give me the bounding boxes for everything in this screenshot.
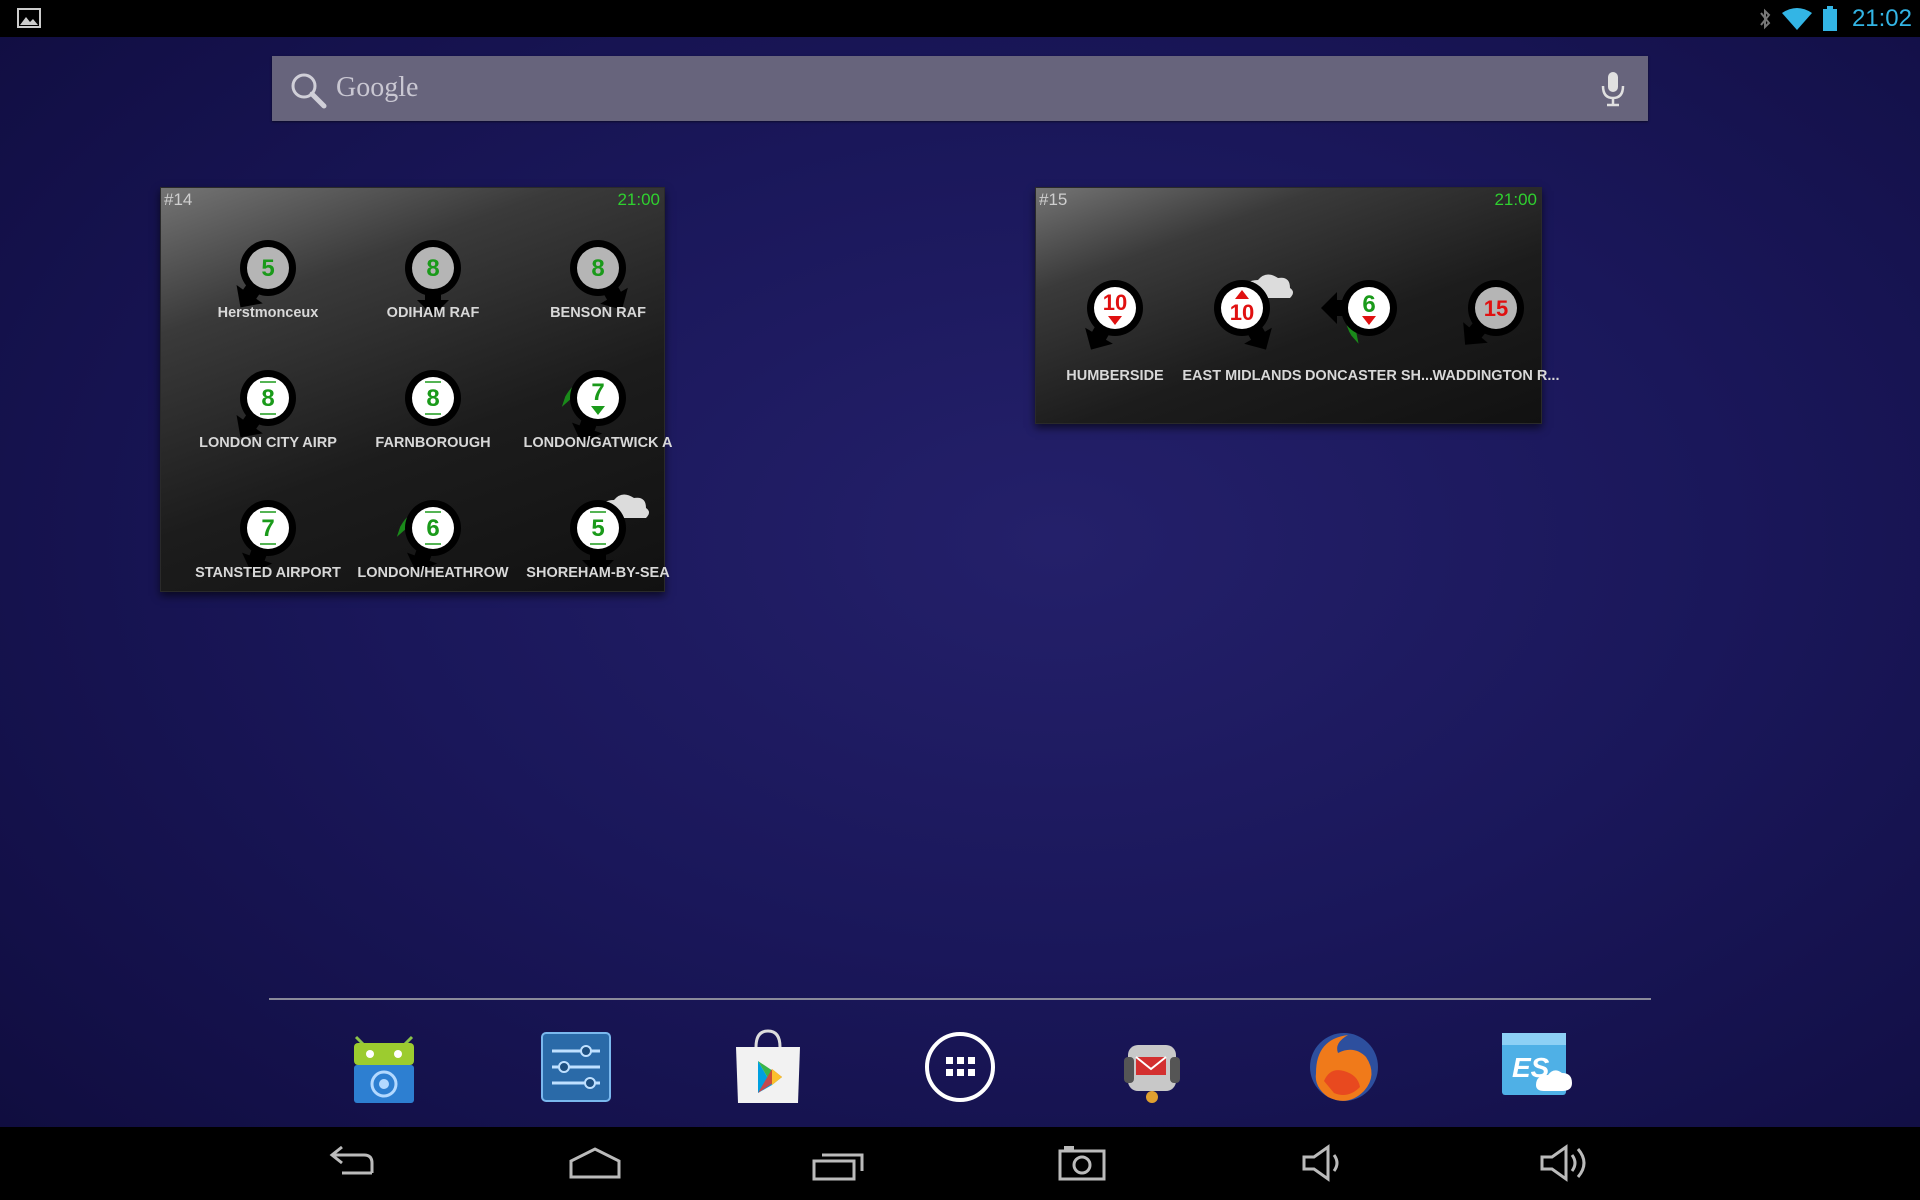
station-item[interactable]: 8 FARNBOROUGH <box>353 358 513 458</box>
es-file-explorer-app-icon[interactable]: ES <box>1496 1027 1576 1107</box>
weather-widget-14[interactable]: #14 21:00 5 Herstmonceux 8 ODIHAM RAF 8 BENSO… <box>160 187 673 592</box>
wind-indicator-icon: 6 <box>1321 280 1397 344</box>
station-name: ODIHAM RAF <box>386 305 480 321</box>
station-name: LONDON/HEATHROW <box>357 565 509 581</box>
search-placeholder: Google <box>336 72 419 103</box>
station-item[interactable]: 8 ODIHAM RAF <box>353 228 513 328</box>
station-name: EAST MIDLANDS <box>1182 368 1302 384</box>
station-name: LONDON CITY AIRP <box>199 435 337 451</box>
screenshot-icon[interactable] <box>1052 1143 1112 1183</box>
wind-indicator-icon: 10 <box>1214 274 1293 350</box>
wind-speed-value: 7 <box>591 379 604 406</box>
status-bar: 21:02 <box>0 0 1920 37</box>
k9-mail-app-icon[interactable] <box>1112 1027 1192 1107</box>
station-item[interactable]: 6 LONDON/HEATHROW <box>353 488 513 588</box>
station-item[interactable]: 7 LONDON/GATWICK A <box>518 358 678 458</box>
search-icon <box>291 73 327 109</box>
mic-icon[interactable] <box>1598 70 1628 108</box>
station-name: HUMBERSIDE <box>1066 368 1164 384</box>
station-name: WADDINGTON R... <box>1432 368 1560 384</box>
station-item[interactable]: 7 STANSTED AIRPORT <box>188 488 348 588</box>
station-item[interactable]: 15 WADDINGTON R... <box>1416 268 1576 384</box>
wind-speed-value: 5 <box>261 255 274 282</box>
dock: ES <box>0 1020 1920 1116</box>
back-icon[interactable] <box>322 1143 382 1183</box>
station-name: BENSON RAF <box>550 305 646 321</box>
station-name: STANSTED AIRPORT <box>195 565 341 581</box>
svg-text:ES: ES <box>1512 1052 1550 1083</box>
wind-speed-value: 10 <box>1103 290 1127 315</box>
recents-icon[interactable] <box>808 1143 868 1183</box>
bluetooth-icon <box>1760 8 1771 29</box>
status-clock: 21:02 <box>1851 4 1912 32</box>
weather-widget-15[interactable]: #15 21:00 10 HUMBERSIDE 10 EAST MIDLANDS 6 DO… <box>1035 187 1560 424</box>
wifi-icon <box>1781 7 1812 30</box>
navigation-bar <box>0 1127 1920 1200</box>
wind-indicator-icon: 10 <box>1085 280 1143 350</box>
station-name: Herstmonceux <box>217 305 319 321</box>
gallery-notification-icon[interactable] <box>17 8 41 28</box>
firefox-app-icon[interactable] <box>1304 1027 1384 1107</box>
wind-speed-value: 6 <box>1362 291 1375 318</box>
station-item[interactable]: 5 Herstmonceux <box>188 228 348 328</box>
wind-speed-value: 7 <box>261 515 274 542</box>
wind-speed-value: 15 <box>1484 296 1508 321</box>
volume-down-icon[interactable] <box>1294 1143 1354 1183</box>
widget-id: #15 <box>1039 190 1068 209</box>
google-search-bar[interactable]: Google <box>272 56 1648 121</box>
home-icon[interactable] <box>565 1143 625 1183</box>
dock-divider <box>269 998 1651 1000</box>
widget-id: #14 <box>164 190 193 209</box>
station-item[interactable]: 8 LONDON CITY AIRP <box>188 358 348 458</box>
settings-app-icon[interactable] <box>536 1027 616 1107</box>
battery-icon <box>1822 5 1837 31</box>
wind-indicator-icon: 15 <box>1463 280 1524 345</box>
wind-speed-value: 8 <box>426 255 439 282</box>
play-store-app-icon[interactable] <box>728 1027 808 1107</box>
status-icons: 21:02 <box>1758 0 1912 37</box>
wind-speed-value: 8 <box>261 385 274 412</box>
f-droid-app-icon[interactable] <box>344 1027 424 1107</box>
station-name: SHOREHAM-BY-SEA <box>526 565 670 581</box>
wind-speed-value: 8 <box>426 385 439 412</box>
widget-time: 21:00 <box>1494 190 1537 209</box>
station-name: LONDON/GATWICK A <box>523 435 673 451</box>
station-name: FARNBOROUGH <box>375 435 491 451</box>
wind-speed-value: 8 <box>591 255 604 282</box>
station-item[interactable]: 5 SHOREHAM-BY-SEA <box>518 488 678 588</box>
app-drawer-icon[interactable] <box>920 1027 1000 1107</box>
wind-speed-value: 6 <box>426 515 439 542</box>
widget-time: 21:00 <box>617 190 660 209</box>
volume-up-icon[interactable] <box>1536 1143 1596 1183</box>
station-item[interactable]: 8 BENSON RAF <box>518 228 678 328</box>
wind-speed-value: 5 <box>591 515 604 542</box>
station-name: DONCASTER SH... <box>1304 368 1434 384</box>
wind-speed-value: 10 <box>1230 300 1254 325</box>
